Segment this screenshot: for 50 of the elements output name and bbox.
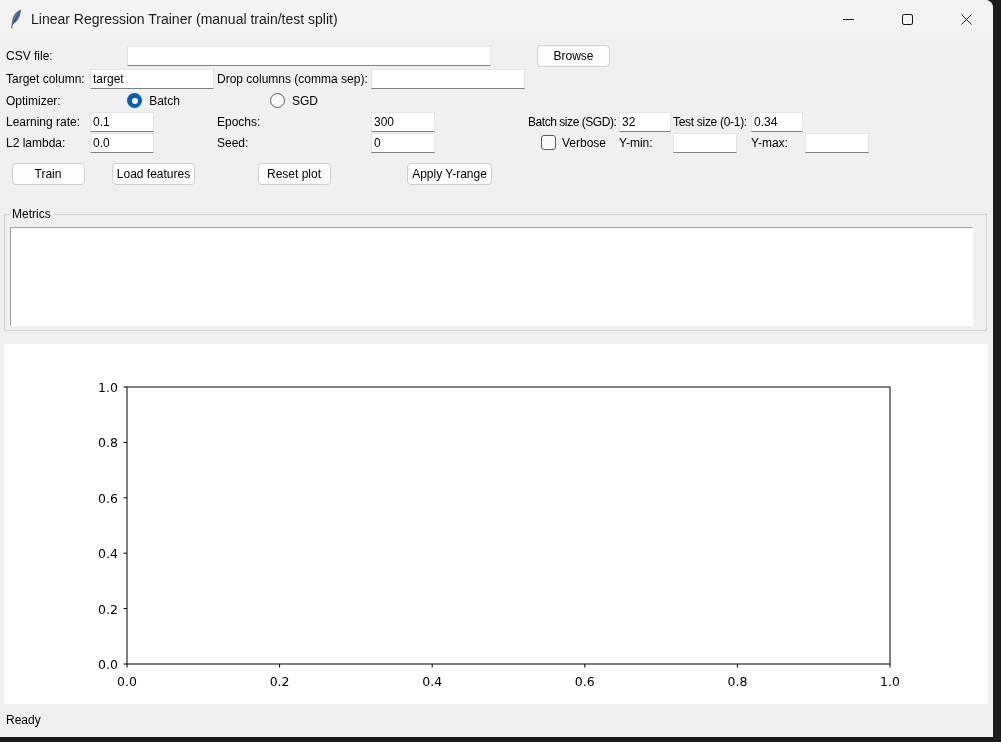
field-label: Batch size (SGD): xyxy=(528,114,618,129)
target-column-field[interactable]: target xyxy=(90,68,214,89)
csv-file-field[interactable] xyxy=(127,46,491,66)
test-size-field[interactable]: 0.34 xyxy=(751,111,803,132)
maximize-icon[interactable] xyxy=(902,13,913,25)
tick-label: 0.2 xyxy=(269,674,290,689)
tick-label: 0.8 xyxy=(98,435,118,451)
tick-label: 1.0 xyxy=(880,674,900,689)
tick-label: 0.6 xyxy=(98,490,118,506)
field-label: Y-min: xyxy=(619,135,654,150)
l2-lambda-field[interactable]: 0.0 xyxy=(90,132,154,153)
verbose-checkbox[interactable]: Verbose xyxy=(540,135,606,150)
field-label: Y-max: xyxy=(751,135,789,150)
feather-icon xyxy=(10,9,22,29)
tick-label: 0.0 xyxy=(117,674,137,689)
radio-option[interactable]: SGD xyxy=(270,93,318,108)
field-label: Seed: xyxy=(217,135,250,150)
field-label: CSV file: xyxy=(6,49,54,63)
action-button[interactable]: Train xyxy=(11,163,85,185)
minimize-icon[interactable] xyxy=(843,18,854,20)
action-button[interactable]: Load features xyxy=(111,163,196,185)
browse-button[interactable]: Browse xyxy=(537,45,610,67)
field-label: Epochs: xyxy=(217,114,262,129)
close-icon[interactable] xyxy=(961,13,972,25)
field-label: Drop columns (comma sep): xyxy=(217,71,369,86)
window-title: Linear Regression Trainer (manual train/test split) xyxy=(31,11,338,27)
field-label: Target column: xyxy=(6,71,86,86)
learning-rate-field[interactable]: 0.1 xyxy=(90,111,154,132)
tick-label: 0.4 xyxy=(422,674,443,689)
epochs-field[interactable]: 300 xyxy=(371,111,435,132)
tick-label: 0.8 xyxy=(727,674,748,689)
tick-label: 0.2 xyxy=(98,601,118,617)
action-button[interactable]: Reset plot xyxy=(257,163,331,185)
field-label: Test size (0-1): xyxy=(673,114,748,129)
batch-size-field[interactable]: 32 xyxy=(619,111,671,132)
y-min-field[interactable] xyxy=(673,132,737,153)
status-text: Ready xyxy=(6,713,41,727)
tick-label: 1.0 xyxy=(98,380,118,395)
tick-label: 0.4 xyxy=(98,546,118,562)
field-label: L2 lambda: xyxy=(6,135,67,150)
radio-option[interactable]: Batch xyxy=(127,93,180,108)
field-label: Optimizer: xyxy=(6,93,62,108)
tick-label: 0.0 xyxy=(98,657,118,672)
group-title: Metrics xyxy=(11,208,52,221)
seed-field[interactable]: 0 xyxy=(371,132,435,153)
field-label: Learning rate: xyxy=(6,114,82,129)
tick-label: 0.6 xyxy=(574,674,595,689)
y-max-field[interactable] xyxy=(805,132,869,153)
drop-columns-field[interactable] xyxy=(371,68,525,89)
action-button[interactable]: Apply Y-range xyxy=(407,163,492,185)
